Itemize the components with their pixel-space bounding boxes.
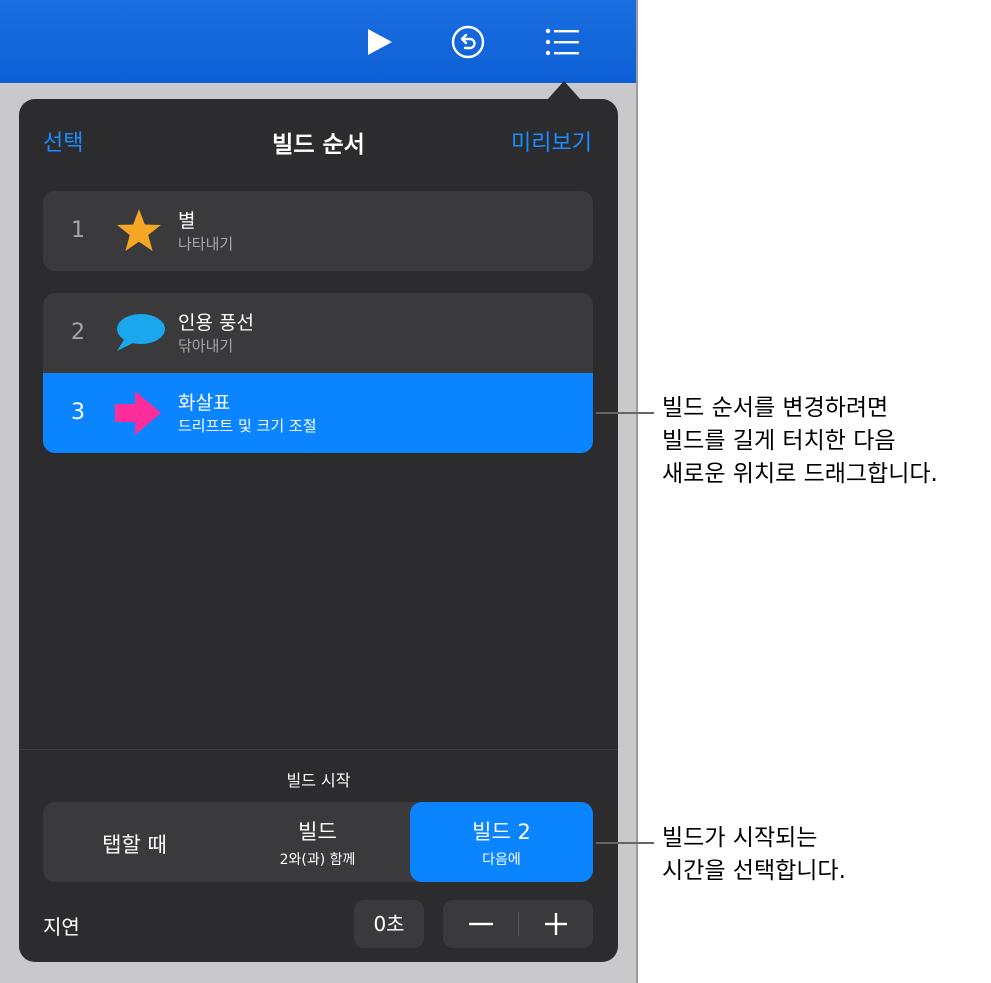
arrow-icon (115, 391, 161, 435)
option-label: 빌드 (298, 820, 337, 844)
delay-value-field[interactable]: 0초 (354, 900, 424, 948)
star-icon (117, 209, 161, 251)
delay-stepper (443, 900, 593, 948)
build-number: 1 (71, 218, 85, 243)
option-sublabel: 다음에 (482, 852, 521, 868)
option-sublabel: 2와(과) 함께 (279, 852, 356, 868)
undo-icon (451, 25, 485, 59)
build-order-button[interactable] (540, 20, 584, 64)
build-name: 별 (178, 210, 196, 232)
build-list-icon (545, 28, 579, 56)
callout-line-text: 빌드 순서를 변경하려면 (662, 395, 889, 421)
callout-reorder: 빌드 순서를 변경하려면 빌드를 길게 터치한 다음 새로운 위치로 드래그합니… (662, 392, 938, 491)
popover-header: 선택 빌드 순서 미리보기 (19, 99, 618, 179)
plus-icon (544, 913, 567, 935)
start-option-with-build[interactable]: 빌드 2와(과) 함께 (226, 802, 409, 882)
build-name: 인용 풍선 (178, 312, 254, 334)
build-start-label: 빌드 시작 (286, 771, 351, 790)
callout-line-text: 빌드를 길게 터치한 다음 (662, 428, 896, 454)
build-effect: 나타내기 (178, 235, 234, 253)
option-label: 탭할 때 (102, 833, 167, 857)
build-effect: 닦아내기 (178, 337, 234, 355)
undo-button[interactable] (446, 20, 490, 64)
build-number: 3 (71, 400, 85, 425)
start-option-on-tap[interactable]: 탭할 때 (43, 802, 226, 882)
callout-line-text: 새로운 위치로 드래그합니다. (662, 461, 938, 487)
device-edge (636, 0, 638, 983)
build-item-3[interactable]: 3 화살표 드리프트 및 크기 조절 (43, 373, 593, 453)
build-item-1[interactable]: 1 별 나타내기 (43, 191, 593, 271)
callout-line-text: 시간을 선택합니다. (662, 858, 846, 884)
preview-button[interactable]: 미리보기 (511, 125, 592, 157)
callout-timing: 빌드가 시작되는 시간을 선택합니다. (662, 822, 846, 888)
build-effect: 드리프트 및 크기 조절 (178, 417, 317, 435)
minus-icon (468, 922, 493, 926)
increase-delay-button[interactable] (518, 900, 593, 948)
decrease-delay-button[interactable] (443, 900, 518, 948)
build-number: 2 (71, 320, 85, 345)
build-item-2[interactable]: 2 인용 풍선 닦아내기 (43, 293, 593, 373)
start-option-after-build[interactable]: 빌드 2 다음에 (410, 802, 593, 882)
ipad-screen: 선택 빌드 순서 미리보기 1 별 나타내기 2 인용 풍선 닦아내기 3 화살… (0, 0, 636, 983)
toolbar (0, 0, 636, 83)
build-start-segmented-control: 탭할 때 빌드 2와(과) 함께 빌드 2 다음에 (43, 802, 593, 882)
play-button[interactable] (358, 20, 402, 64)
build-order-popover: 선택 빌드 순서 미리보기 1 별 나타내기 2 인용 풍선 닦아내기 3 화살… (19, 99, 618, 962)
build-name: 화살표 (178, 392, 231, 414)
play-icon (368, 29, 392, 55)
speech-bubble-icon (117, 314, 165, 351)
callout-line-reorder (596, 412, 654, 414)
option-label: 빌드 2 (472, 820, 531, 844)
popover-arrow (547, 81, 581, 100)
callout-line-timing (596, 842, 654, 844)
section-divider (19, 749, 618, 750)
callout-line-text: 빌드가 시작되는 (662, 825, 818, 851)
delay-label: 지연 (43, 915, 80, 939)
